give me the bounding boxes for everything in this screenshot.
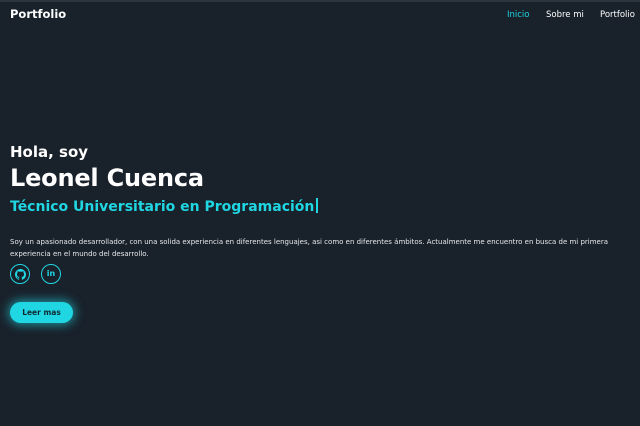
typing-cursor — [316, 198, 318, 213]
github-link[interactable] — [10, 264, 30, 284]
github-icon — [14, 268, 26, 280]
nav-link-sobre-mi[interactable]: Sobre mi — [546, 10, 584, 20]
hero-greeting: Hola, soy — [10, 143, 89, 161]
read-more-button[interactable]: Leer mas — [10, 302, 73, 323]
nav-link-inicio[interactable]: Inicio — [507, 10, 530, 20]
hero-role-text: Técnico Universitario en Programación — [10, 199, 315, 215]
linkedin-link[interactable]: in — [41, 264, 61, 284]
hero-description: Soy un apasionado desarrollador, con una… — [10, 238, 609, 258]
linkedin-icon: in — [46, 269, 56, 278]
hero-name: Leonel Cuenca — [10, 164, 204, 192]
nav-link-portfolio[interactable]: Portfolio — [600, 10, 635, 20]
navbar: Portfolio Inicio Sobre mi Portfolio — [0, 2, 640, 28]
brand-logo[interactable]: Portfolio — [10, 7, 66, 21]
hero-role: Técnico Universitario en Programación — [10, 198, 318, 215]
